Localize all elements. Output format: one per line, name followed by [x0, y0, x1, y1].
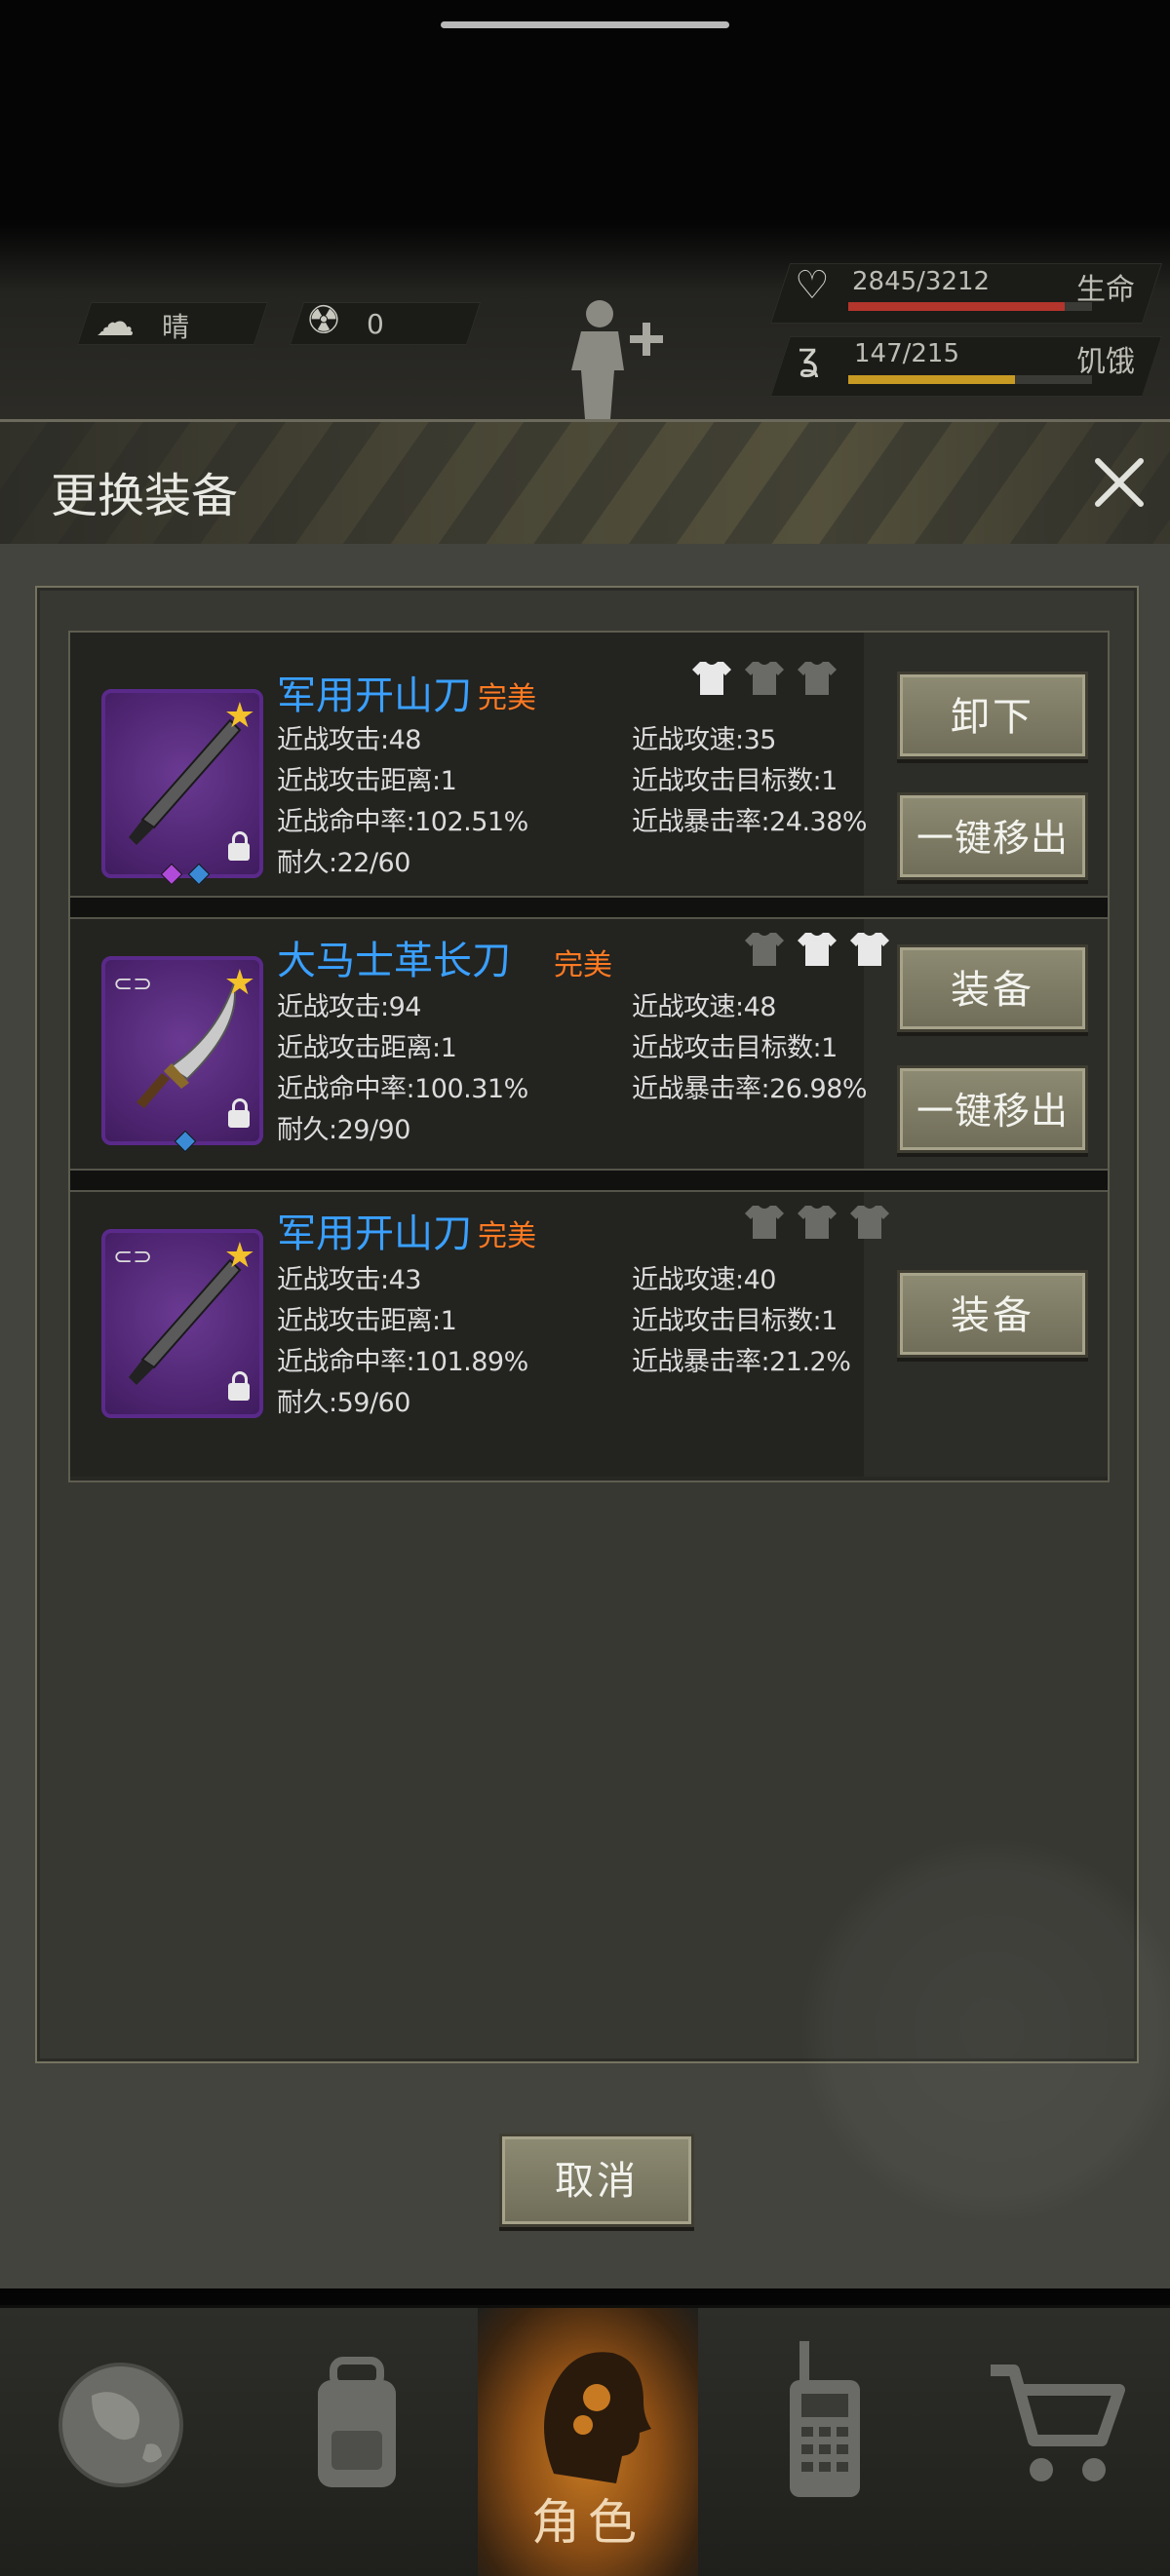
hunger-bar-fill: [848, 375, 1015, 384]
shirt-icon: [798, 662, 837, 695]
shirt-icon-active: [850, 933, 889, 966]
stat-melee-speed: 近战攻速:48: [632, 992, 776, 1022]
hunger-label: 饥饿: [1076, 345, 1135, 379]
quick-remove-button[interactable]: 一键移出: [897, 1065, 1088, 1153]
item-name: 军用开山刀: [277, 1211, 472, 1256]
cloud-sun-icon: ☁: [96, 300, 135, 345]
stat-melee-targets: 近战攻击目标数:1: [632, 766, 838, 796]
item-divider: [70, 896, 1108, 919]
stat-melee-range: 近战攻击距离:1: [277, 1306, 457, 1336]
stat-durability: 耐久:29/90: [277, 1115, 410, 1145]
star-icon: ★: [223, 963, 255, 1003]
stat-melee-attack: 近战攻击:48: [277, 725, 421, 755]
nav-character-label: 角色: [531, 2494, 644, 2551]
item-quality: 完美: [554, 948, 612, 982]
shirt-icon: [745, 662, 784, 695]
purple-gem-icon: [160, 863, 183, 886]
stat-melee-crit-rate: 近战暴击率:21.2%: [632, 1347, 851, 1377]
stat-melee-crit-rate: 近战暴击率:26.98%: [632, 1074, 868, 1104]
shirt-icon-active: [798, 933, 837, 966]
nav-world[interactable]: [29, 2308, 263, 2576]
hunger-value: 147/215: [854, 339, 960, 368]
radiation-watermark: [798, 1835, 1170, 2225]
head-profile-icon: [544, 2352, 651, 2483]
shirt-icon: [745, 933, 784, 966]
lock-icon[interactable]: [228, 1098, 250, 1128]
list-item[interactable]: ⊂⊃ ★ 军用开山刀 完美 近战攻击:43 近战攻速:40 近战攻击距离:1 近…: [70, 1192, 1108, 1477]
equip-button[interactable]: 装备: [897, 944, 1088, 1032]
item-divider: [70, 1169, 1108, 1192]
lock-icon[interactable]: [228, 831, 250, 861]
health-value: 2845/3212: [852, 267, 991, 296]
shirt-icon-active: [692, 662, 731, 695]
radiation-value: 0: [367, 308, 384, 340]
stat-melee-targets: 近战攻击目标数:1: [632, 1033, 838, 1063]
radiation-icon: ☢: [306, 298, 341, 343]
health-bar: [848, 302, 1092, 311]
unequip-button[interactable]: 卸下: [897, 672, 1088, 759]
change-equipment-dialog: 更换装备 ★ 军用开山刀 完美 近战攻击:48 近战攻速:35 近战攻击距离:1…: [0, 419, 1170, 2288]
heart-icon: ♡: [795, 263, 830, 308]
hunger-bar: [848, 375, 1092, 384]
stat-melee-crit-rate: 近战暴击率:24.38%: [632, 807, 868, 837]
equip-button[interactable]: 装备: [897, 1270, 1088, 1358]
item-icon-slot[interactable]: ⊂⊃ ★: [101, 956, 263, 1153]
item-icon-slot[interactable]: ⊂⊃ ★: [101, 1229, 263, 1418]
item-quality: 完美: [478, 681, 536, 715]
stomach-icon: ʓ: [798, 335, 819, 378]
character-add-icon[interactable]: [566, 292, 673, 419]
equipment-list-panel: ★ 军用开山刀 完美 近战攻击:48 近战攻速:35 近战攻击距离:1 近战攻击…: [35, 586, 1170, 2225]
equipment-list[interactable]: ★ 军用开山刀 完美 近战攻击:48 近战攻速:35 近战攻击距离:1 近战攻击…: [68, 631, 1110, 1482]
bottom-navigation: 角色: [0, 2305, 1170, 2576]
stat-melee-hit-rate: 近战命中率:100.31%: [277, 1074, 528, 1104]
quick-remove-button[interactable]: 一键移出: [897, 792, 1088, 880]
list-item[interactable]: ⊂⊃ ★ 大马士革长刀 完美 近战攻击:94 近战攻速:48 近战攻击距离:1 …: [70, 919, 1108, 1169]
cancel-button[interactable]: 取消: [499, 2134, 694, 2227]
walkie-talkie-icon: [790, 2341, 860, 2497]
stat-melee-attack: 近战攻击:94: [277, 992, 421, 1022]
star-icon: ★: [223, 1236, 255, 1276]
item-name: 大马士革长刀: [277, 939, 511, 983]
close-icon[interactable]: [1090, 453, 1149, 512]
chain-link-icon: ⊂⊃: [113, 1243, 153, 1270]
game-hud: ☁ 晴 ☢ 0 ♡ 2845/3212 生命 ʓ 147/215 饥饿: [0, 0, 1170, 429]
item-quality: 完美: [478, 1219, 536, 1253]
stat-durability: 耐久:59/60: [277, 1388, 410, 1418]
lock-icon[interactable]: [228, 1371, 250, 1401]
stat-melee-range: 近战攻击距离:1: [277, 1033, 457, 1063]
stat-durability: 耐久:22/60: [277, 848, 410, 878]
chain-link-icon: ⊂⊃: [113, 970, 153, 997]
stat-melee-range: 近战攻击距离:1: [277, 766, 457, 796]
backpack-icon: [318, 2357, 396, 2487]
shirt-icon: [745, 1206, 784, 1239]
nav-shop[interactable]: [936, 2308, 1170, 2576]
stat-melee-hit-rate: 近战命中率:101.89%: [277, 1347, 528, 1377]
health-bar-fill: [848, 302, 1065, 311]
item-name: 军用开山刀: [277, 673, 472, 718]
stat-melee-speed: 近战攻速:35: [632, 725, 776, 755]
dialog-title: 更换装备: [51, 469, 239, 523]
blue-gem-icon: [174, 1130, 197, 1153]
list-item[interactable]: ★ 军用开山刀 完美 近战攻击:48 近战攻速:35 近战攻击距离:1 近战攻击…: [70, 633, 1108, 896]
nav-character[interactable]: 角色: [478, 2308, 698, 2576]
nav-backpack[interactable]: [263, 2308, 497, 2576]
home-indicator: [441, 21, 729, 28]
stat-melee-targets: 近战攻击目标数:1: [632, 1306, 838, 1336]
globe-icon: [58, 2363, 183, 2487]
weather-text: 晴: [162, 311, 190, 343]
stat-melee-attack: 近战攻击:43: [277, 1265, 421, 1295]
shirt-icon: [798, 1206, 837, 1239]
star-icon: ★: [223, 696, 255, 736]
item-icon-slot[interactable]: ★: [101, 689, 263, 886]
blue-gem-icon: [187, 863, 211, 886]
shopping-cart-icon: [991, 2365, 1125, 2481]
stat-melee-speed: 近战攻速:40: [632, 1265, 776, 1295]
shirt-icon: [850, 1206, 889, 1239]
stat-melee-hit-rate: 近战命中率:102.51%: [277, 807, 528, 837]
